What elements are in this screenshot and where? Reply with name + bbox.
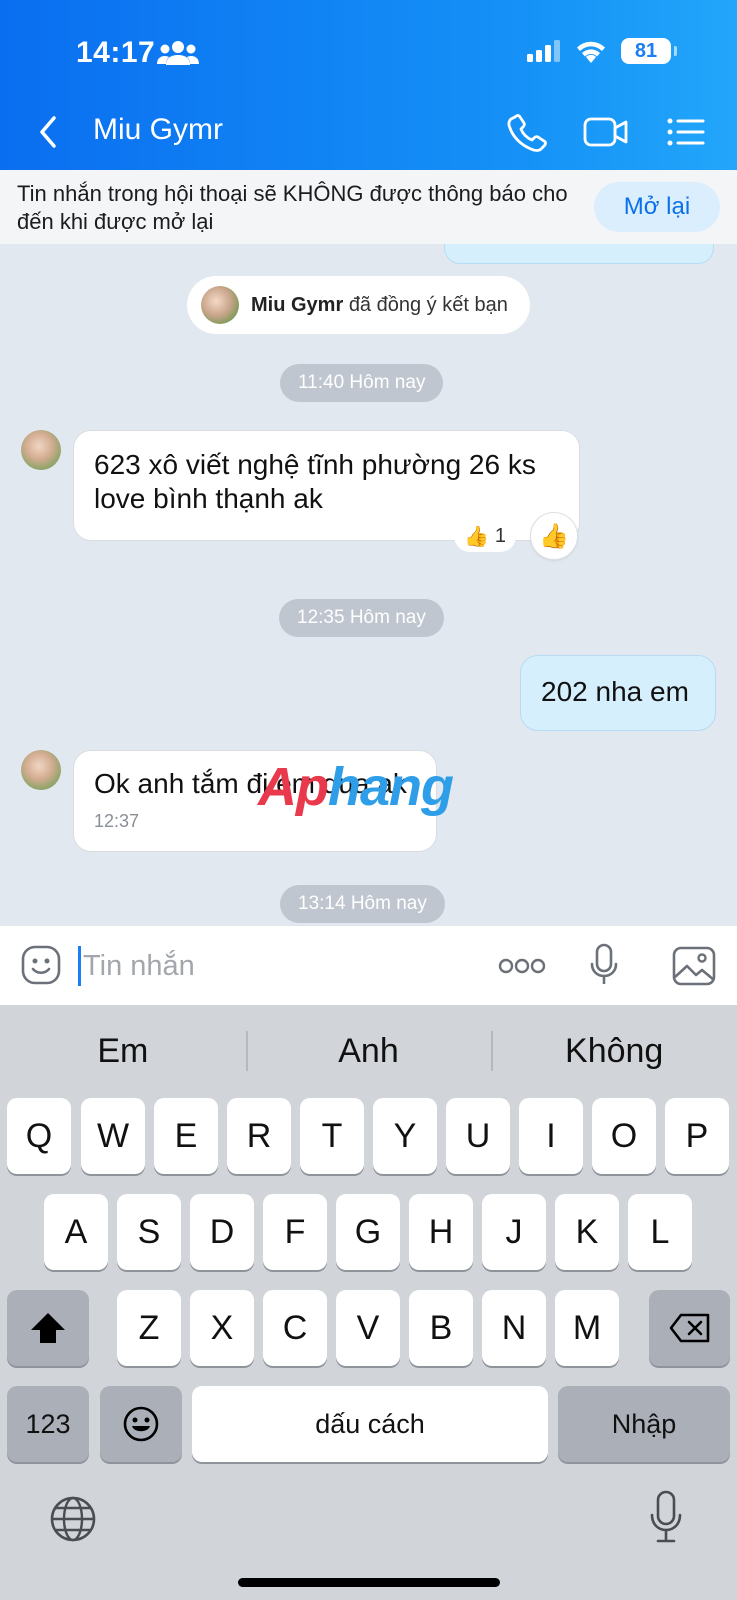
chat-header: 14:17 81 Miu Gymr [0,0,737,170]
status-time: 14:17 [76,36,156,69]
return-key[interactable]: Nhập [558,1386,730,1462]
reaction-count: 1 [494,524,507,547]
key-w[interactable]: W [81,1098,145,1174]
message-input[interactable]: Tin nhắn [78,944,458,988]
key-e[interactable]: E [154,1098,218,1174]
message-input-bar: Tin nhắn [0,925,737,1005]
avatar[interactable] [21,430,61,470]
key-v[interactable]: V [336,1290,400,1366]
battery-indicator: 81 [621,38,677,64]
shift-arrow-icon [31,1313,65,1343]
message-text: 202 nha em [541,676,689,707]
time-divider: 12:35 Hôm nay [279,599,444,637]
thumbs-up-icon: 👍 [464,525,489,548]
reopen-notifications-button[interactable]: Mở lại [594,182,720,232]
wifi-icon [577,41,605,63]
reaction-summary[interactable]: 👍 1 [454,520,517,552]
video-call-icon[interactable] [583,112,629,152]
menu-list-icon[interactable] [666,112,706,152]
suggestion-item[interactable]: Không [491,1005,737,1097]
key-n[interactable]: N [482,1290,546,1366]
globe-icon[interactable] [49,1495,97,1543]
keyboard-suggestions: Em Anh Không [0,1005,737,1097]
key-a[interactable]: A [44,1194,108,1270]
people-icon [157,41,199,65]
key-o[interactable]: O [592,1098,656,1174]
key-y[interactable]: Y [373,1098,437,1174]
key-m[interactable]: M [555,1290,619,1366]
space-key[interactable]: dấu cách [192,1386,548,1462]
watermark-part2: hang [327,757,454,817]
thumbs-up-icon: 👍 [539,522,569,550]
message-input-placeholder: Tin nhắn [83,949,195,982]
suggestion-item[interactable]: Em [0,1005,246,1097]
key-g[interactable]: G [336,1194,400,1270]
mute-notice-bar: Tin nhắn trong hội thoại sẽ KHÔNG được t… [0,170,737,244]
sticker-emoji-icon[interactable] [20,944,62,986]
backspace-key[interactable] [649,1290,730,1366]
key-h[interactable]: H [409,1194,473,1270]
time-divider: 13:14 Hôm nay [280,885,445,923]
numbers-key[interactable]: 123 [7,1386,89,1462]
suggestion-item[interactable]: Anh [245,1005,492,1097]
shift-key[interactable] [7,1290,89,1366]
message-bubble-outgoing[interactable]: 202 nha em [520,655,716,731]
react-button[interactable]: 👍 [530,512,578,560]
avatar [201,286,239,324]
dictation-microphone-icon[interactable] [648,1489,684,1545]
message-text: 623 xô viết nghệ tĩnh phường 26 ks love … [94,449,536,514]
friend-accepted-notice: Miu Gymr đã đồng ý kết bạn [187,276,530,334]
key-p[interactable]: P [665,1098,729,1174]
key-c[interactable]: C [263,1290,327,1366]
emoji-key[interactable] [100,1386,182,1462]
previous-message-bubble[interactable] [444,244,714,264]
key-d[interactable]: D [190,1194,254,1270]
keyboard: Em Anh Không Q W E R T Y U I O P A S D F… [0,1005,737,1600]
key-u[interactable]: U [446,1098,510,1174]
watermark-logo: Aphang [258,756,454,818]
emoji-icon [123,1406,159,1442]
key-q[interactable]: Q [7,1098,71,1174]
key-r[interactable]: R [227,1098,291,1174]
friend-name: Miu Gymr [251,293,344,316]
key-x[interactable]: X [190,1290,254,1366]
watermark-part1: Ap [258,757,329,817]
phone-call-icon[interactable] [506,112,548,152]
key-k[interactable]: K [555,1194,619,1270]
mute-notice-text: Tin nhắn trong hội thoại sẽ KHÔNG được t… [17,181,568,234]
key-f[interactable]: F [263,1194,327,1270]
cellular-signal-icon [527,40,560,62]
more-options-icon[interactable] [498,956,546,976]
key-j[interactable]: J [482,1194,546,1270]
friend-accepted-text: đã đồng ý kết bạn [348,293,508,316]
key-s[interactable]: S [117,1194,181,1270]
message-list[interactable]: Miu Gymr đã đồng ý kết bạn 11:40 Hôm nay… [0,244,737,925]
time-divider: 11:40 Hôm nay [280,364,444,402]
key-l[interactable]: L [628,1194,692,1270]
microphone-icon[interactable] [588,942,620,988]
avatar[interactable] [21,750,61,790]
image-gallery-icon[interactable] [672,946,716,986]
key-b[interactable]: B [409,1290,473,1366]
chat-title[interactable]: Miu Gymr [93,113,223,147]
status-indicators: 81 [527,38,677,64]
key-t[interactable]: T [300,1098,364,1174]
back-arrow-icon[interactable] [34,112,64,152]
backspace-icon [669,1313,709,1343]
key-z[interactable]: Z [117,1290,181,1366]
home-indicator[interactable] [238,1578,500,1587]
key-i[interactable]: I [519,1098,583,1174]
text-cursor [78,946,81,986]
